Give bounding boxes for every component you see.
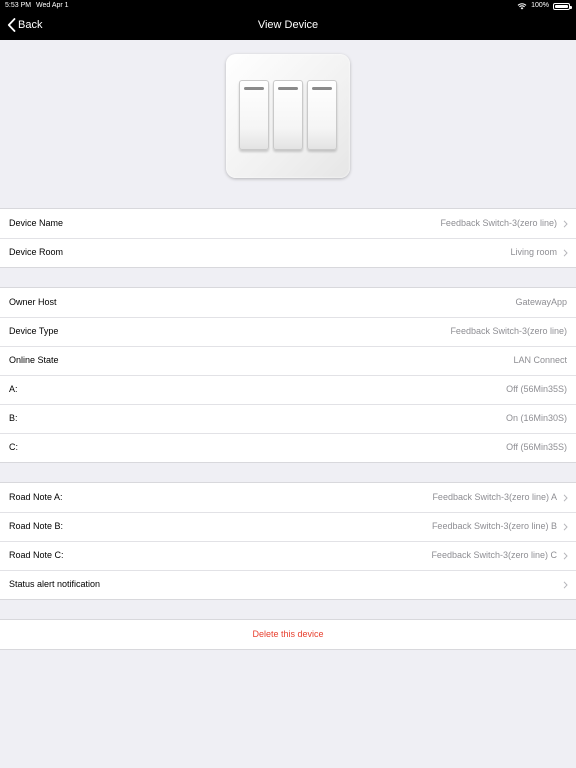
row-label: Device Type [9,326,59,336]
channel-b-row: B: On (16Min30S) [0,404,576,433]
wifi-icon [517,3,527,10]
road-notes-group: Road Note A: Feedback Switch-3(zero line… [0,482,576,600]
rocker-c [307,80,337,150]
owner-host-row: Owner Host GatewayApp [0,288,576,317]
row-value: Feedback Switch-3(zero line) [440,218,557,228]
channel-c-row: C: Off (56Min35S) [0,433,576,462]
device-room-row[interactable]: Device Room Living room [0,238,576,267]
chevron-right-icon [563,494,568,502]
row-value: Off (56Min35S) [506,442,567,452]
row-value: LAN Connect [513,355,567,365]
chevron-right-icon [563,523,568,531]
online-state-row: Online State LAN Connect [0,346,576,375]
road-note-a-row[interactable]: Road Note A: Feedback Switch-3(zero line… [0,483,576,512]
status-time: 5:53 PM [5,2,32,9]
indicator-bar [244,87,264,90]
chevron-right-icon [563,581,568,589]
chevron-right-icon [563,552,568,560]
navigation-bar: Back View Device [0,12,576,40]
row-value: Living room [510,247,557,257]
row-value: Feedback Switch-3(zero line) A [432,492,557,502]
row-label: A: [9,384,18,394]
row-value: Feedback Switch-3(zero line) [450,326,567,336]
status-right: 100% [517,0,572,12]
row-label: Status alert notification [9,579,101,589]
delete-group: Delete this device [0,619,576,650]
row-label: Road Note C: [9,550,64,560]
row-value: Feedback Switch-3(zero line) B [431,521,557,531]
row-label: Road Note A: [9,492,63,502]
row-label: C: [9,442,18,452]
chevron-right-icon [563,249,568,257]
row-value: Feedback Switch-3(zero line) C [431,550,557,560]
rocker-b [273,80,303,150]
device-info-group: Device Name Feedback Switch-3(zero line)… [0,208,576,268]
row-label: Online State [9,355,59,365]
row-label: Owner Host [9,297,57,307]
indicator-bar [312,87,332,90]
status-date: Wed Apr 1 [36,2,69,9]
page-title: View Device [257,19,319,31]
rocker-a [239,80,269,150]
delete-device-button[interactable]: Delete this device [0,620,576,649]
device-type-row: Device Type Feedback Switch-3(zero line) [0,317,576,346]
row-value: On (16Min30S) [505,413,567,423]
channel-a-row: A: Off (56Min35S) [0,375,576,404]
row-label: Device Name [9,218,64,228]
battery-icon [553,2,572,10]
device-name-row[interactable]: Device Name Feedback Switch-3(zero line) [0,209,576,238]
row-label: Road Note B: [9,521,64,531]
road-note-b-row[interactable]: Road Note B: Feedback Switch-3(zero line… [0,512,576,541]
row-label: Device Room [9,247,64,257]
status-alert-notification-row[interactable]: Status alert notification [0,570,576,599]
indicator-bar [278,87,298,90]
three-gang-switch-image [226,54,350,178]
top-bar: 5:53 PM Wed Apr 1 100% Back View Device [0,0,576,40]
road-note-c-row[interactable]: Road Note C: Feedback Switch-3(zero line… [0,541,576,570]
device-details-group: Owner Host GatewayApp Device Type Feedba… [0,287,576,463]
status-bar: 5:53 PM Wed Apr 1 100% [0,0,576,12]
row-value: GatewayApp [515,297,567,307]
row-value: Off (56Min35S) [506,384,567,394]
battery-percent: 100% [531,2,549,9]
chevron-right-icon [563,220,568,228]
row-label: B: [9,413,18,423]
